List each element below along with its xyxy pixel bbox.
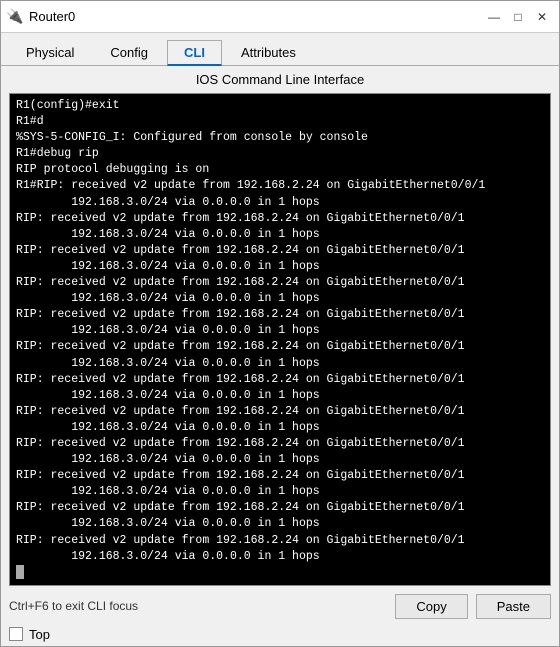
tab-physical[interactable]: Physical [9, 40, 91, 66]
close-button[interactable]: ✕ [531, 6, 553, 28]
footer-bar: Top [1, 623, 559, 646]
cli-area: R1(config)#exit R1#d %SYS-5-CONFIG_I: Co… [1, 93, 559, 590]
top-checkbox[interactable] [9, 627, 23, 641]
minimize-button[interactable]: — [483, 6, 505, 28]
tab-cli[interactable]: CLI [167, 40, 222, 66]
section-title: IOS Command Line Interface [1, 66, 559, 93]
top-label: Top [29, 627, 50, 642]
main-window: 🔌 Router0 — □ ✕ Physical Config CLI Attr… [0, 0, 560, 647]
cli-hint-text: Ctrl+F6 to exit CLI focus [9, 599, 387, 613]
terminal-output[interactable]: R1(config)#exit R1#d %SYS-5-CONFIG_I: Co… [9, 93, 551, 586]
title-bar: 🔌 Router0 — □ ✕ [1, 1, 559, 33]
tab-bar: Physical Config CLI Attributes [1, 33, 559, 66]
paste-button[interactable]: Paste [476, 594, 551, 619]
bottom-bar: Ctrl+F6 to exit CLI focus Copy Paste [1, 590, 559, 623]
tab-config[interactable]: Config [93, 40, 165, 66]
window-controls: — □ ✕ [483, 6, 553, 28]
maximize-button[interactable]: □ [507, 6, 529, 28]
tab-attributes[interactable]: Attributes [224, 40, 313, 66]
window-icon: 🔌 [7, 9, 23, 25]
window-title: Router0 [29, 9, 483, 24]
copy-button[interactable]: Copy [395, 594, 467, 619]
